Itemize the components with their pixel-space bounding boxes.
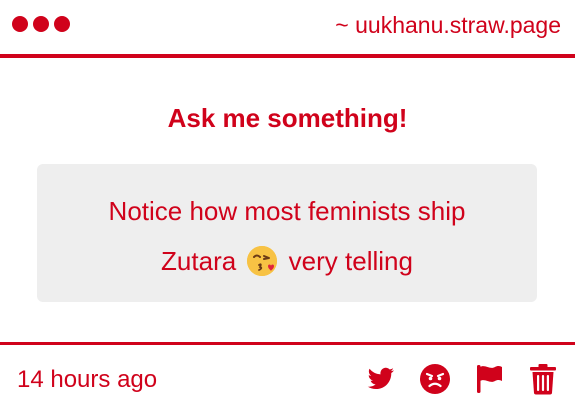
page-title: Ask me something! <box>167 103 408 133</box>
bottom-divider <box>0 342 575 345</box>
react-angry-button[interactable] <box>419 363 451 395</box>
question-line-2: Zutara very telling <box>37 236 537 286</box>
delete-button[interactable] <box>527 363 559 395</box>
action-bar <box>365 362 559 396</box>
question-tail: very telling <box>288 246 413 276</box>
site-link[interactable]: ~ uukhanu.straw.page <box>335 10 561 40</box>
face-blowing-a-kiss-icon <box>247 246 278 276</box>
window-dots <box>12 16 70 32</box>
question-text: Notice how most feminists ship Zutara ve… <box>37 186 537 286</box>
twitter-icon <box>367 367 394 390</box>
question-box: Notice how most feminists ship Zutara ve… <box>37 164 537 302</box>
timestamp: 14 hours ago <box>17 366 158 393</box>
dot-2 <box>33 16 49 32</box>
report-button[interactable] <box>473 363 505 395</box>
angry-face-icon <box>420 364 450 394</box>
dot-3 <box>54 16 70 32</box>
question-word-zutara: Zutara <box>161 246 237 276</box>
flag-icon <box>477 365 502 393</box>
dot-1 <box>12 16 28 32</box>
question-line-1: Notice how most feminists ship <box>108 196 466 226</box>
top-divider <box>0 54 575 58</box>
trash-icon <box>530 364 556 395</box>
twitter-share-button[interactable] <box>365 363 397 395</box>
ask-card: ~ uukhanu.straw.page Ask me something! N… <box>0 0 575 412</box>
card-header: ~ uukhanu.straw.page <box>0 0 575 54</box>
